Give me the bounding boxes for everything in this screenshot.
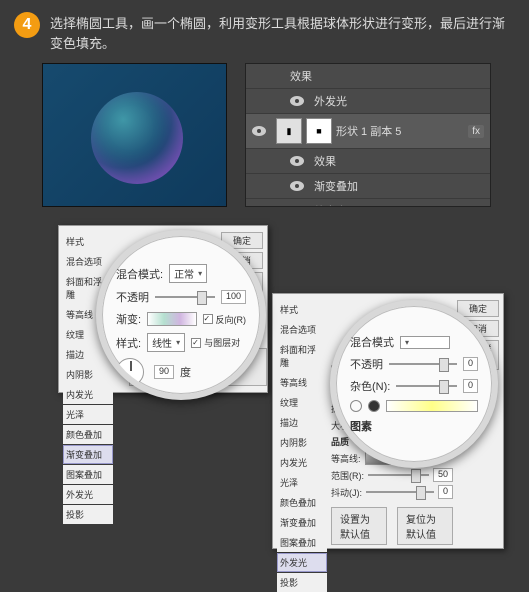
- layer-effect-row[interactable]: 效果: [246, 64, 490, 89]
- step-number-badge: 4: [14, 12, 40, 38]
- magnifier-outer-glow: 混合模式 不透明 0 杂色(N): 0 图素: [330, 300, 498, 468]
- layers-panel: 效果 外发光 ▮ ■ 形状 1 副本 5 fx 效果 渐变叠加 外发光: [245, 63, 491, 207]
- style-sidebar-item[interactable]: 混合选项: [277, 320, 327, 339]
- style-sidebar-item[interactable]: 图案叠加: [277, 533, 327, 552]
- layer-thumb: ▮: [276, 118, 302, 144]
- layer-outerglow-row[interactable]: 外发光: [246, 89, 490, 114]
- style-select[interactable]: 线性: [147, 333, 185, 352]
- gradient-label: 渐变:: [116, 311, 141, 327]
- style-sidebar-item[interactable]: 样式: [277, 300, 327, 319]
- style-sidebar-item[interactable]: 等高线: [277, 373, 327, 392]
- color-radio[interactable]: [350, 400, 362, 412]
- mode-select[interactable]: [400, 336, 450, 349]
- style-sidebar-item[interactable]: 内发光: [277, 453, 327, 472]
- range-label: 范围(R):: [331, 469, 364, 482]
- style-sidebar-item[interactable]: 渐变叠加: [63, 445, 113, 464]
- dialog-button[interactable]: 确定: [457, 300, 499, 317]
- style-sidebar-item[interactable]: 外发光: [63, 485, 113, 504]
- noise-input[interactable]: 0: [463, 379, 478, 393]
- reset-default-button[interactable]: 复位为默认值: [397, 507, 453, 545]
- gradient-picker[interactable]: [147, 312, 196, 326]
- jitter-label: 抖动(J):: [331, 486, 362, 499]
- mode-select[interactable]: 正常: [169, 264, 207, 283]
- dialog2-sidebar: 样式混合选项斜面和浮雕等高线纹理描边内阴影内发光光泽颜色叠加渐变叠加图案叠加外发…: [277, 300, 327, 542]
- range-slider[interactable]: [368, 474, 429, 476]
- fx-badge[interactable]: fx: [468, 125, 484, 138]
- style-sidebar-item[interactable]: 投影: [63, 505, 113, 524]
- visibility-icon[interactable]: [290, 206, 304, 207]
- shape-label: 形状 1 副本 5: [336, 123, 401, 139]
- style-sidebar-item[interactable]: 斜面和浮雕: [277, 340, 327, 372]
- style-sidebar-item[interactable]: 光泽: [63, 405, 113, 424]
- preview-canvas: [42, 63, 227, 207]
- style-sidebar-item[interactable]: 纹理: [277, 393, 327, 412]
- layer-shape-row[interactable]: ▮ ■ 形状 1 副本 5 fx: [246, 114, 490, 149]
- instruction-text: 选择椭圆工具，画一个椭圆，利用变形工具根据球体形状进行变形，最后进行渐变色填充。: [50, 12, 515, 53]
- angle-dial[interactable]: [116, 358, 144, 386]
- mode-label: 混合模式: [350, 334, 394, 350]
- visibility-icon[interactable]: [290, 156, 304, 166]
- jitter-slider[interactable]: [366, 491, 434, 493]
- range-input[interactable]: 50: [433, 468, 453, 482]
- noise-label: 杂色(N):: [350, 378, 390, 394]
- glow-gradient-picker[interactable]: [386, 400, 478, 412]
- orb-shape: [91, 92, 183, 184]
- opacity-input[interactable]: 100: [221, 290, 246, 304]
- section-elements: 图素: [350, 418, 372, 434]
- opacity-label: 不透明: [116, 289, 149, 305]
- effect-label: 效果: [290, 68, 312, 84]
- style-sidebar-item[interactable]: 样式: [63, 232, 113, 251]
- effect-label: 效果: [314, 153, 336, 169]
- layer-effect-row[interactable]: 效果: [246, 149, 490, 174]
- opacity-slider[interactable]: [155, 296, 215, 298]
- outer-glow-label: 外发光: [314, 203, 347, 207]
- contour-label: 等高线:: [331, 452, 361, 465]
- visibility-icon[interactable]: [252, 126, 266, 136]
- opacity-slider[interactable]: [389, 363, 457, 365]
- reverse-checkbox[interactable]: 反向(R): [203, 313, 247, 326]
- style-label: 样式:: [116, 335, 141, 351]
- angle-input[interactable]: 90: [154, 365, 174, 379]
- gradient-radio[interactable]: [368, 400, 380, 412]
- mode-label: 混合模式:: [116, 266, 163, 282]
- magnifier-gradient-overlay: 混合模式: 正常 不透明 100 渐变: 反向(R) 样式: 线性 与图层对 9…: [96, 230, 266, 400]
- layer-gradoverlay-row[interactable]: 渐变叠加: [246, 174, 490, 199]
- opacity-label: 不透明: [350, 356, 383, 372]
- layer-outerglow-row[interactable]: 外发光: [246, 199, 490, 207]
- set-default-button[interactable]: 设置为默认值: [331, 507, 387, 545]
- opacity-input[interactable]: 0: [463, 357, 478, 371]
- style-sidebar-item[interactable]: 内阴影: [277, 433, 327, 452]
- style-sidebar-item[interactable]: 颜色叠加: [277, 493, 327, 512]
- mask-thumb: ■: [306, 118, 332, 144]
- noise-slider[interactable]: [396, 385, 457, 387]
- visibility-icon[interactable]: [290, 181, 304, 191]
- jitter-input[interactable]: 0: [438, 485, 453, 499]
- style-sidebar-item[interactable]: 内阴影: [63, 365, 113, 384]
- style-sidebar-item[interactable]: 描边: [277, 413, 327, 432]
- style-sidebar-item[interactable]: 图案叠加: [63, 465, 113, 484]
- style-sidebar-item[interactable]: 外发光: [277, 553, 327, 572]
- style-sidebar-item[interactable]: 光泽: [277, 473, 327, 492]
- visibility-icon[interactable]: [290, 96, 304, 106]
- grad-overlay-label: 渐变叠加: [314, 178, 358, 194]
- outer-glow-label: 外发光: [314, 93, 347, 109]
- style-sidebar-item[interactable]: 投影: [277, 573, 327, 592]
- degree-label: 度: [180, 364, 191, 380]
- style-sidebar-item[interactable]: 颜色叠加: [63, 425, 113, 444]
- align-checkbox[interactable]: 与图层对: [191, 336, 240, 349]
- style-sidebar-item[interactable]: 渐变叠加: [277, 513, 327, 532]
- style-sidebar-item[interactable]: 混合选项: [63, 252, 113, 271]
- style-sidebar-item[interactable]: 内发光: [63, 385, 113, 404]
